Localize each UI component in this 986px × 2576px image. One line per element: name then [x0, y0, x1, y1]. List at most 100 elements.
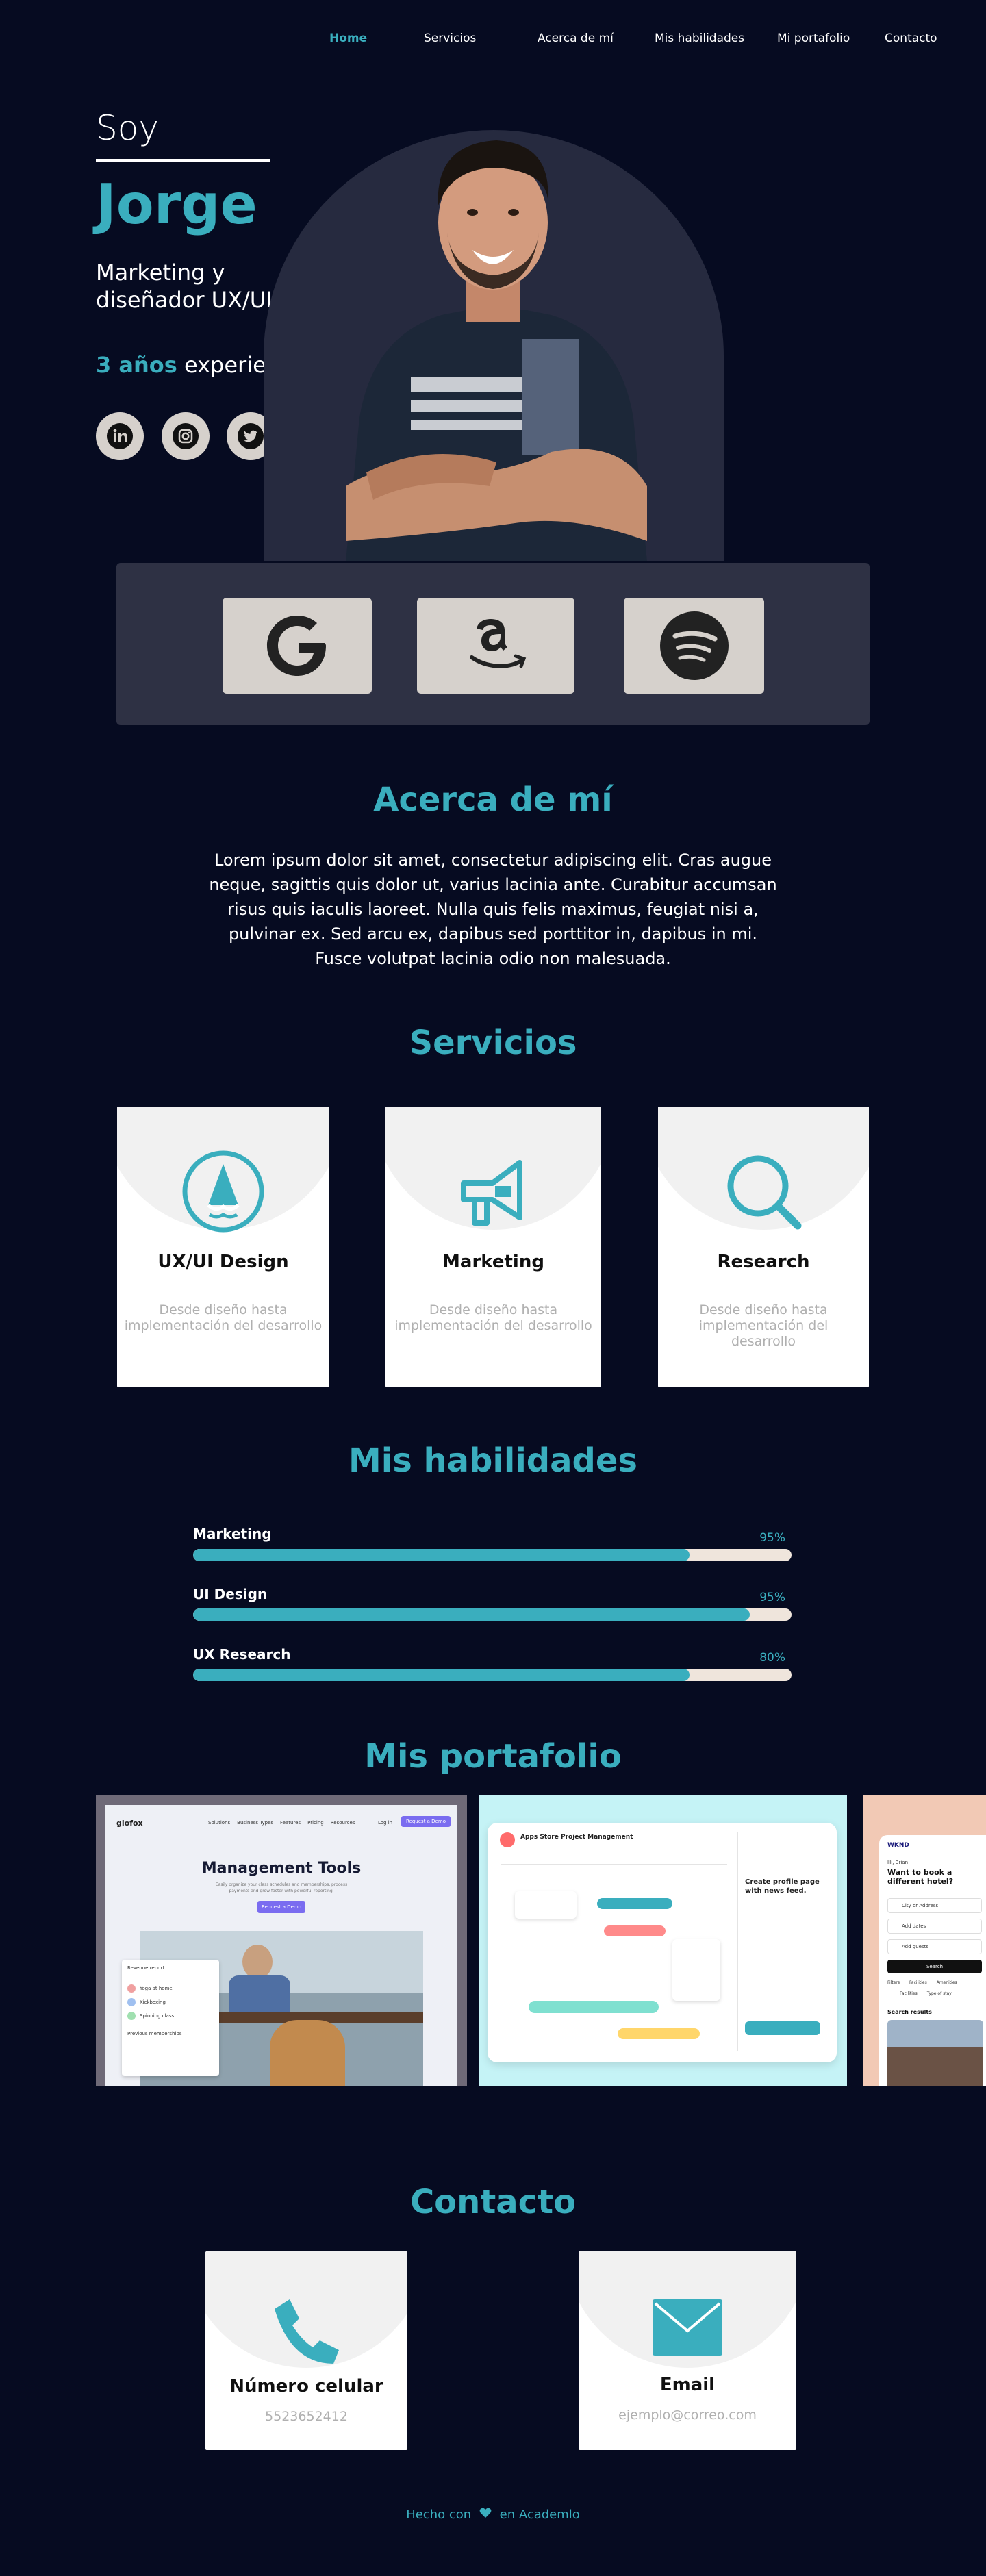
nav-habilidades[interactable]: Mis habilidades — [655, 31, 744, 45]
wknd-field-guests[interactable]: Add guests — [887, 1939, 982, 1954]
portfolio-title: Mis portafolio — [364, 1737, 622, 1776]
pm-title: Apps Store Project Management — [520, 1834, 633, 1841]
glofox-nav-item[interactable]: Pricing — [307, 1820, 324, 1826]
report-row: Yoga at home — [140, 1986, 173, 1991]
skills-title: Mis habilidades — [348, 1441, 637, 1480]
portfolio-item-wknd[interactable]: WKND Hi, Brian Want to book a different … — [863, 1795, 986, 2086]
nav-portafolio[interactable]: Mi portafolio — [777, 31, 850, 45]
skill-bar — [193, 1669, 792, 1681]
wknd-greeting: Hi, Brian — [887, 1860, 909, 1865]
service-desc: Desde diseño hasta implementación del de… — [394, 1302, 592, 1333]
wknd-filter[interactable]: Facilities — [909, 1980, 927, 1985]
about-text: Lorem ipsum dolor sit amet, consectetur … — [209, 850, 777, 968]
service-card-research[interactable]: Research Desde diseño hasta implementaci… — [658, 1107, 869, 1387]
service-card-uxui[interactable]: UX/UI Design Desde diseño hasta implemen… — [117, 1107, 329, 1387]
phone-title: Número celular — [229, 2376, 383, 2397]
skill-bar-fill — [193, 1669, 690, 1681]
skill-bar-fill — [193, 1608, 750, 1621]
service-card-marketing[interactable]: Marketing Desde diseño hasta implementac… — [385, 1107, 601, 1387]
amazon-logo — [417, 598, 574, 694]
glofox-nav-item[interactable]: Features — [280, 1820, 301, 1826]
wknd-filter[interactable]: Amenities — [937, 1980, 957, 1985]
nav-servicios[interactable]: Servicios — [424, 31, 476, 45]
report-row: Kickboxing — [140, 1999, 166, 2005]
report-row: Spinning class — [140, 2013, 175, 2019]
mail-icon — [579, 2298, 796, 2357]
glofox-headline: Management Tools — [201, 1860, 362, 1877]
wknd-question: Want to book a different hotel? — [887, 1868, 954, 1886]
wknd-field-dates[interactable]: Add dates — [887, 1919, 982, 1934]
skill-label: Marketing — [193, 1526, 272, 1542]
nav-contacto[interactable]: Contacto — [885, 31, 937, 45]
wknd-tab[interactable]: Type of stay — [927, 1991, 952, 1996]
report-footer: Previous memberships — [127, 2031, 182, 2036]
report-title: Revenue report — [127, 1965, 165, 1971]
glofox-cta[interactable]: Request a Demo — [401, 1816, 451, 1827]
footer-suffix: en Academlo — [499, 2508, 580, 2522]
skill-bar — [193, 1549, 792, 1561]
glofox-logo: glofox — [116, 1819, 143, 1828]
wknd-filter[interactable]: Filters — [887, 1980, 900, 1985]
service-desc: Desde diseño hasta implementación del de… — [698, 1302, 829, 1349]
skill-percent: 80% — [759, 1651, 785, 1665]
wknd-logo: WKND — [887, 1842, 909, 1849]
glofox-nav-item[interactable]: Resources — [331, 1820, 355, 1826]
contact-title: Contacto — [409, 2183, 577, 2221]
heart-icon — [479, 2508, 492, 2522]
wknd-phone: WKND Hi, Brian Want to book a different … — [879, 1835, 986, 2086]
portfolio-item-glofox[interactable]: glofox Solutions Business Types Features… — [96, 1795, 467, 2086]
hero-name: Jorge — [96, 173, 257, 236]
skill-label: UX Research — [193, 1646, 291, 1663]
glofox-page: glofox Solutions Business Types Features… — [105, 1805, 457, 2086]
glofox-report-card: Revenue report Yoga at home Kickboxing S… — [122, 1960, 219, 2076]
pm-card-title: Create profile page with news feed. — [745, 1878, 820, 1895]
about-title: Acerca de mí — [373, 781, 613, 819]
hero-greeting: Soy — [96, 108, 159, 148]
footer: Hecho con en Academlo — [0, 2508, 986, 2522]
google-logo — [223, 598, 372, 694]
skill-label: UI Design — [193, 1586, 268, 1602]
portfolio-item-project-management[interactable]: Apps Store Project Management Create pro… — [479, 1795, 847, 2086]
hero-underline — [96, 159, 270, 162]
footer-prefix: Hecho con — [406, 2508, 472, 2522]
phone-value[interactable]: 5523652412 — [205, 2409, 407, 2424]
wknd-search-button[interactable]: Search — [887, 1960, 982, 1973]
service-title: UX/UI Design — [157, 1252, 289, 1272]
glofox-login[interactable]: Log in — [378, 1820, 392, 1826]
nav-acerca[interactable]: Acerca de mí — [538, 31, 614, 45]
skill-percent: 95% — [759, 1591, 785, 1604]
glofox-nav: Solutions Business Types Features Pricin… — [208, 1820, 355, 1826]
pm-board: Apps Store Project Management Create pro… — [488, 1823, 837, 2062]
skill-bar — [193, 1608, 792, 1621]
skill-bar-fill — [193, 1549, 690, 1561]
wknd-field-city[interactable]: City or Address — [887, 1898, 982, 1913]
search-icon — [658, 1149, 869, 1234]
nav-home[interactable]: Home — [329, 31, 367, 45]
service-title: Marketing — [442, 1252, 544, 1272]
glofox-demo-button[interactable]: Request a Demo — [257, 1901, 305, 1913]
contact-card-phone[interactable]: Número celular 5523652412 — [205, 2251, 407, 2450]
phone-icon — [205, 2295, 407, 2368]
wknd-tabs: Facilities Type of stay — [900, 1991, 952, 1996]
wknd-filters: Filters Facilities Amenities — [887, 1980, 957, 1985]
glofox-nav-item[interactable]: Solutions — [208, 1820, 230, 1826]
email-title: Email — [659, 2375, 716, 2395]
glofox-sub: Easily organize your class schedules and… — [215, 1882, 348, 1893]
wknd-result-image — [887, 2020, 983, 2086]
instagram-icon[interactable] — [162, 412, 210, 460]
skill-percent: 95% — [759, 1531, 785, 1545]
hero-photo — [264, 130, 724, 561]
spotify-logo — [624, 598, 764, 694]
service-title: Research — [717, 1252, 810, 1272]
services-title: Servicios — [409, 1024, 577, 1062]
megaphone-icon — [385, 1149, 601, 1234]
contact-card-email[interactable]: Email ejemplo@correo.com — [579, 2251, 796, 2450]
wknd-tab[interactable]: Facilities — [900, 1991, 918, 1996]
wknd-results-title: Search results — [887, 2009, 932, 2015]
email-value[interactable]: ejemplo@correo.com — [579, 2408, 796, 2423]
experience-years: 3 años — [96, 352, 177, 378]
linkedin-icon[interactable] — [96, 412, 144, 460]
service-desc: Desde diseño hasta implementación del de… — [124, 1302, 323, 1333]
glofox-nav-item[interactable]: Business Types — [237, 1820, 273, 1826]
pen-tool-icon — [117, 1149, 329, 1234]
